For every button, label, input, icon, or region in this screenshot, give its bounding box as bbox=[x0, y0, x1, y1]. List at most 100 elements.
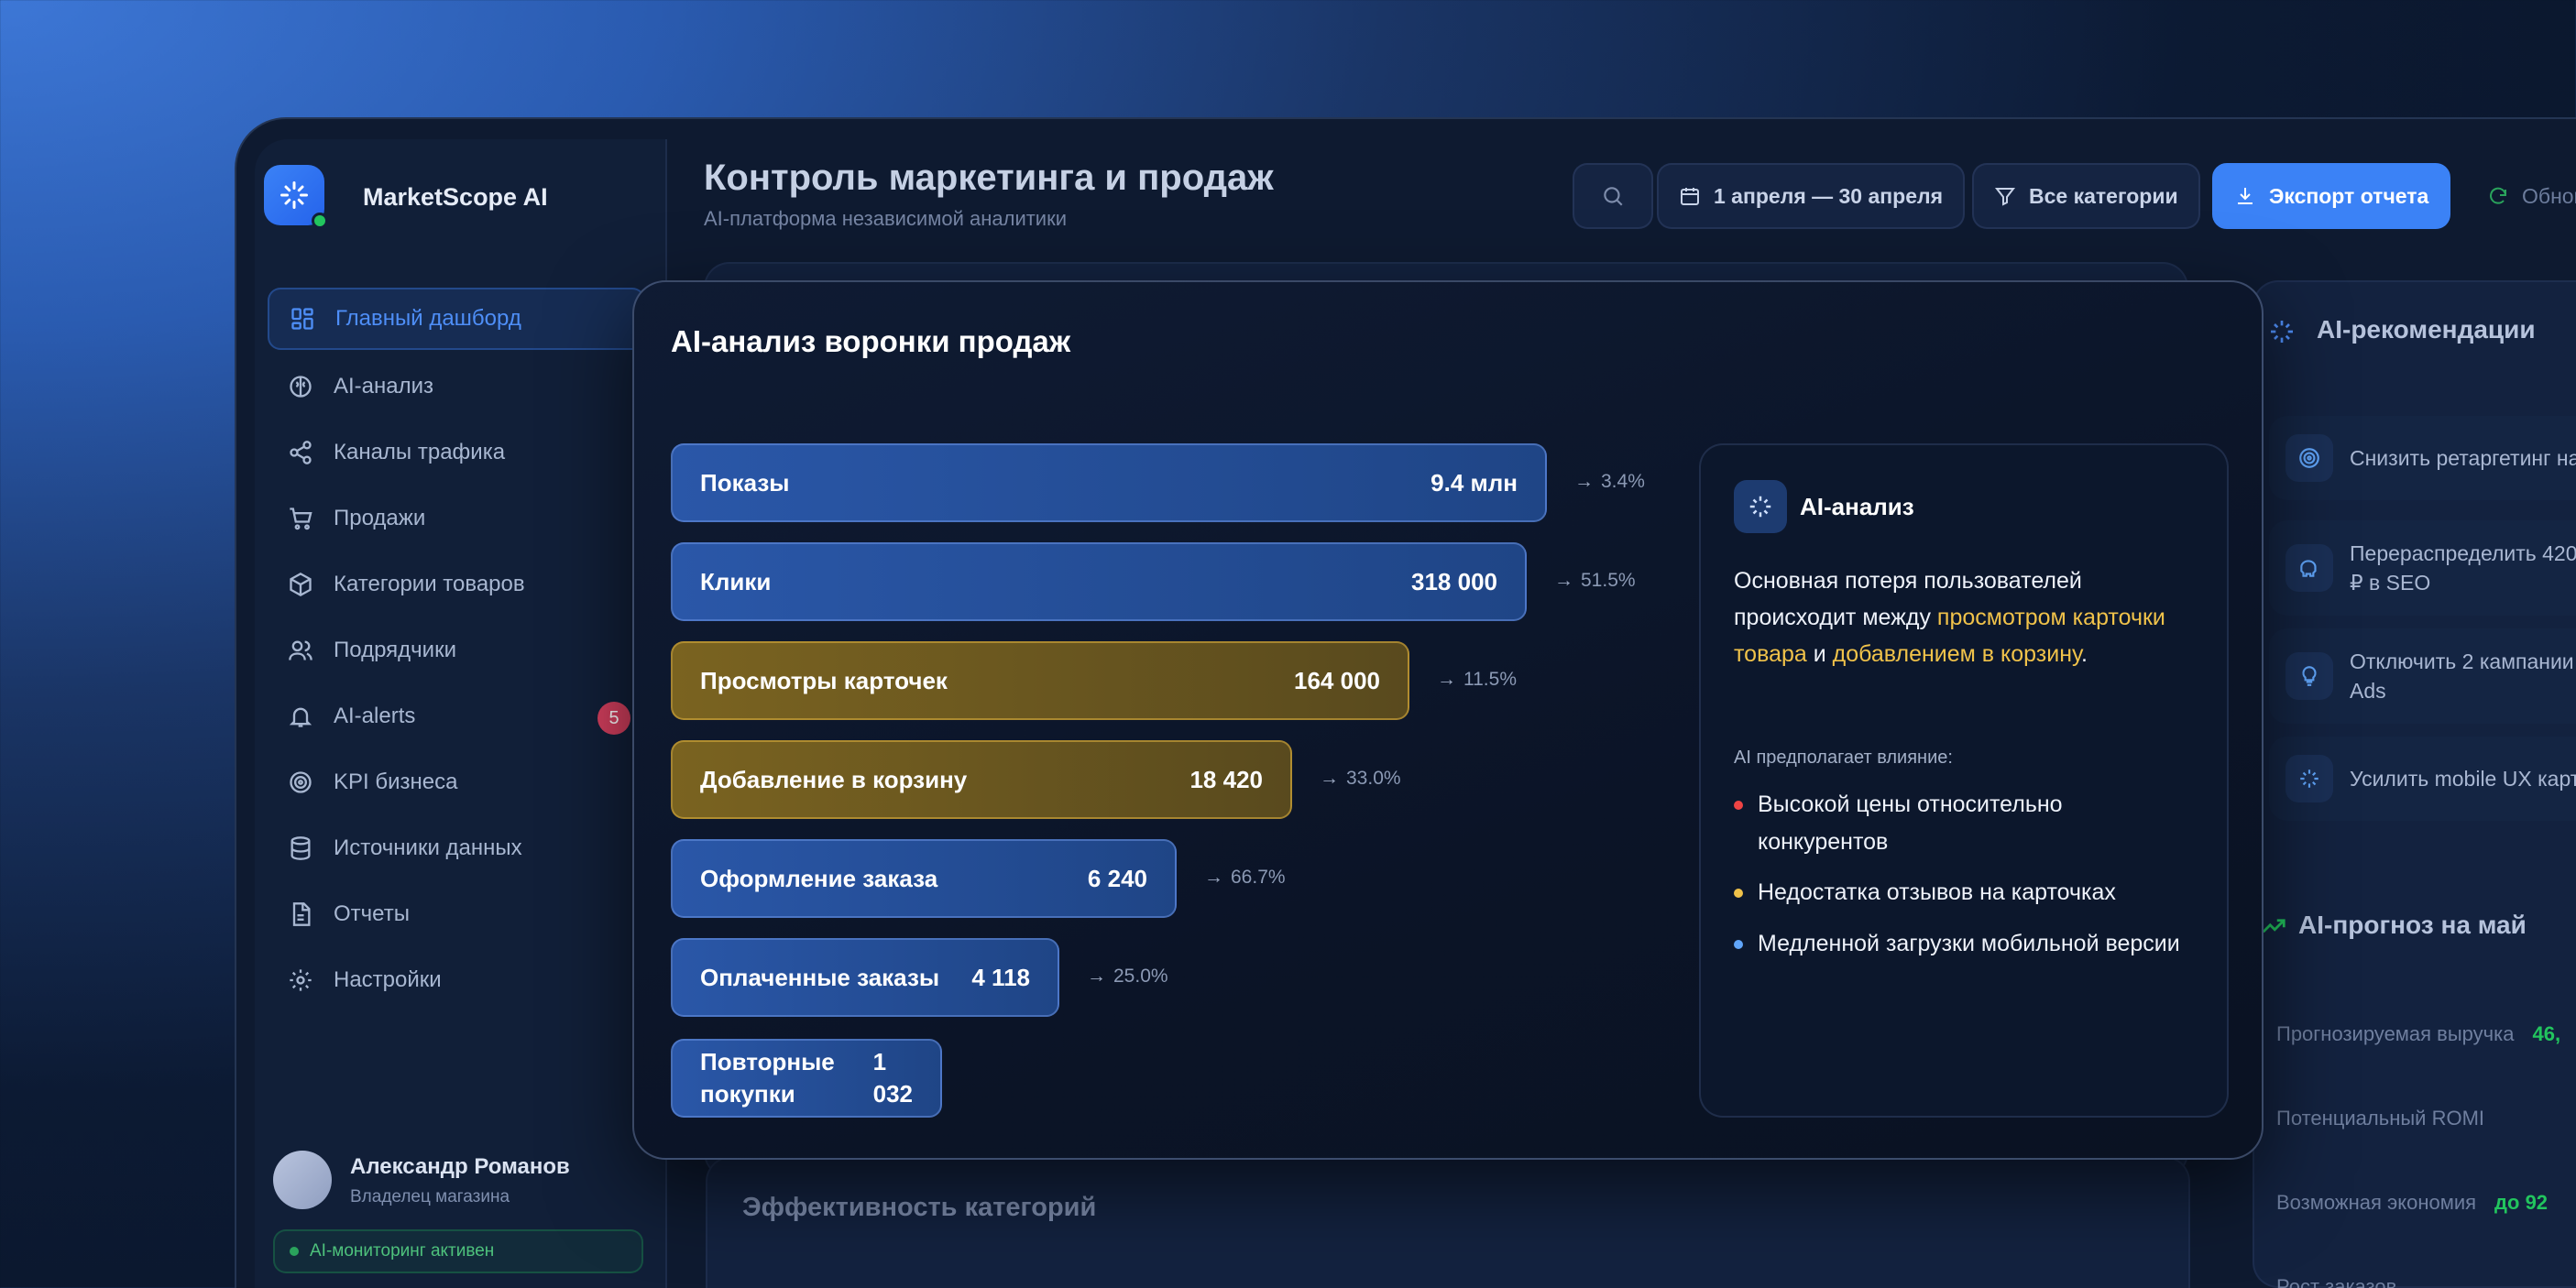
categories-filter-label: Все категории bbox=[2029, 183, 2178, 208]
share-icon bbox=[286, 438, 315, 467]
funnel-bar[interactable]: Показы 9.4 млн bbox=[671, 443, 1547, 522]
date-range-button[interactable]: 1 апреля — 30 апреля bbox=[1657, 163, 1966, 229]
search-icon bbox=[1601, 184, 1625, 208]
funnel-value: 18 420 bbox=[1189, 765, 1263, 793]
sidebar-item-label: Каналы трафика bbox=[334, 440, 506, 464]
sidebar-item-label: Отчеты bbox=[334, 901, 410, 926]
funnel-label: Повторные покупки bbox=[700, 1047, 835, 1108]
sidebar-item-settings[interactable]: Настройки bbox=[268, 949, 645, 1011]
sidebar-item-categories[interactable]: Категории товаров bbox=[268, 553, 645, 616]
ai-card-title: AI-анализ bbox=[1800, 493, 1914, 520]
forecast-row: Прогнозируемая выручка 46, bbox=[2276, 1022, 2561, 1045]
funnel-conversion: → 51.5% bbox=[1554, 570, 1636, 591]
sidebar-item-dashboard[interactable]: Главный дашборд bbox=[268, 288, 645, 350]
modal-title: AI-анализ воронки продаж bbox=[671, 324, 1071, 358]
forecast-title: AI-прогноз на май bbox=[2298, 911, 2527, 939]
funnel-conversion: → 11.5% bbox=[1437, 669, 1517, 690]
filter-icon bbox=[1994, 185, 2016, 207]
funnel-label: Клики bbox=[700, 567, 772, 595]
target-icon bbox=[286, 768, 315, 797]
refresh-button[interactable]: Обнов bbox=[2465, 163, 2576, 229]
brain-icon bbox=[286, 372, 315, 401]
sidebar-item-reports[interactable]: Отчеты bbox=[268, 883, 645, 945]
funnel-value: 6 240 bbox=[1087, 864, 1147, 892]
ai-monitoring-status: AI-мониторинг активен bbox=[273, 1229, 643, 1273]
sidebar-item-data-sources[interactable]: Источники данных bbox=[268, 817, 645, 879]
funnel-bar[interactable]: Повторные покупки 1 032 bbox=[671, 1039, 942, 1118]
page-subtitle: AI-платформа независимой аналитики bbox=[704, 207, 1068, 230]
funnel-analysis-modal: AI-анализ воронки продаж Показы 9.4 млн … bbox=[632, 280, 2264, 1160]
ai-card-subtitle: AI предполагает влияние: bbox=[1734, 748, 1953, 768]
funnel-value: 1 032 bbox=[872, 1047, 913, 1108]
brand bbox=[264, 165, 328, 229]
gear-icon bbox=[286, 966, 315, 995]
recommendation-item[interactable]: Усилить mobile UX карт bbox=[2269, 737, 2576, 821]
sidebar-item-traffic[interactable]: Каналы трафика bbox=[268, 421, 645, 484]
box-icon bbox=[286, 570, 315, 599]
funnel-label: Просмотры карточек bbox=[700, 666, 948, 694]
bell-icon bbox=[286, 702, 315, 731]
recommendation-text: Усилить mobile UX карт bbox=[2350, 766, 2576, 791]
funnel-conversion: → 3.4% bbox=[1574, 471, 1645, 492]
sidebar-item-label: Подрядчики bbox=[334, 638, 456, 662]
sparkle-logo-icon bbox=[264, 165, 328, 229]
user-role: Владелец магазина bbox=[350, 1187, 510, 1206]
brand-name: MarketScope AI bbox=[363, 183, 548, 211]
influence-item: Недостатка отзывов на карточках bbox=[1734, 874, 2192, 911]
sparkle-icon bbox=[2267, 317, 2296, 351]
funnel-bar-highlighted[interactable]: Добавление в корзину 18 420 bbox=[671, 740, 1292, 819]
sidebar-item-label: KPI бизнеса bbox=[334, 770, 458, 794]
piggy-bank-icon bbox=[2286, 544, 2333, 592]
arrow-right-icon: → bbox=[1574, 471, 1594, 492]
search-button[interactable] bbox=[1573, 163, 1653, 229]
avatar[interactable] bbox=[273, 1151, 332, 1209]
sidebar-item-label: AI-alerts bbox=[334, 704, 416, 728]
recommendation-item[interactable]: Перераспределить 420 ₽ в SEO bbox=[2269, 520, 2576, 616]
sidebar-item-kpi[interactable]: KPI бизнеса bbox=[268, 751, 645, 813]
user-name: Александр Романов bbox=[350, 1154, 570, 1179]
categories-section-title: Эффективность категорий bbox=[742, 1193, 1097, 1222]
funnel-bar[interactable]: Оформление заказа 6 240 bbox=[671, 839, 1177, 918]
sparkle-icon bbox=[1734, 480, 1787, 533]
funnel-bar[interactable]: Оплаченные заказы 4 118 bbox=[671, 938, 1059, 1017]
sidebar-item-sales[interactable]: Продажи bbox=[268, 487, 645, 550]
sidebar-item-label: Источники данных bbox=[334, 835, 522, 860]
arrow-right-icon: → bbox=[1204, 867, 1223, 888]
target-icon bbox=[2286, 434, 2333, 482]
date-range-label: 1 апреля — 30 апреля bbox=[1714, 183, 1944, 208]
sidebar-item-ai-alerts[interactable]: AI-alerts bbox=[268, 685, 645, 748]
page-title: Контроль маркетинга и продаж bbox=[704, 158, 1274, 198]
funnel-label: Оплаченные заказы bbox=[700, 963, 940, 991]
forecast-row: Потенциальный ROMI bbox=[2276, 1107, 2485, 1130]
sidebar-item-ai-analysis[interactable]: AI-анализ bbox=[268, 355, 645, 418]
funnel-label: Оформление заказа bbox=[700, 864, 938, 892]
dashboard-icon bbox=[288, 304, 317, 333]
alerts-count-badge: 5 bbox=[597, 702, 630, 735]
sidebar-item-contractors[interactable]: Подрядчики bbox=[268, 619, 645, 682]
users-icon bbox=[286, 636, 315, 665]
influence-item: Медленной загрузки мобильной версии bbox=[1734, 925, 2192, 963]
ai-analysis-card: AI-анализ Основная потеря пользователей … bbox=[1699, 443, 2229, 1118]
funnel-bar[interactable]: Клики 318 000 bbox=[671, 542, 1527, 621]
funnel-value: 4 118 bbox=[971, 963, 1030, 991]
export-label: Экспорт отчета bbox=[2269, 183, 2429, 208]
export-report-button[interactable]: Экспорт отчета bbox=[2212, 163, 2451, 229]
recommendation-item[interactable]: Снизить ретаргетинг на bbox=[2269, 416, 2576, 500]
funnel-value: 164 000 bbox=[1294, 666, 1380, 694]
file-icon bbox=[286, 900, 315, 929]
recommendation-text: Отключить 2 кампании Ads bbox=[2350, 649, 2574, 703]
funnel-bar-highlighted[interactable]: Просмотры карточек 164 000 bbox=[671, 641, 1409, 720]
sidebar-item-label: Категории товаров bbox=[334, 572, 525, 596]
recommendation-item[interactable]: Отключить 2 кампании Ads bbox=[2269, 628, 2576, 724]
funnel-label: Добавление в корзину bbox=[700, 765, 968, 793]
recommendation-text: Снизить ретаргетинг на bbox=[2350, 445, 2576, 470]
recommendation-text: Перераспределить 420 ₽ в SEO bbox=[2350, 540, 2576, 595]
funnel-label: Показы bbox=[700, 468, 790, 497]
calendar-icon bbox=[1679, 185, 1701, 207]
forecast-row: Рост заказов bbox=[2276, 1275, 2397, 1288]
lightbulb-icon bbox=[2286, 652, 2333, 700]
sidebar-item-label: AI-анализ bbox=[334, 374, 434, 398]
refresh-label: Обнов bbox=[2522, 183, 2576, 208]
trend-up-icon bbox=[2260, 912, 2287, 944]
categories-filter-button[interactable]: Все категории bbox=[1972, 163, 2200, 229]
